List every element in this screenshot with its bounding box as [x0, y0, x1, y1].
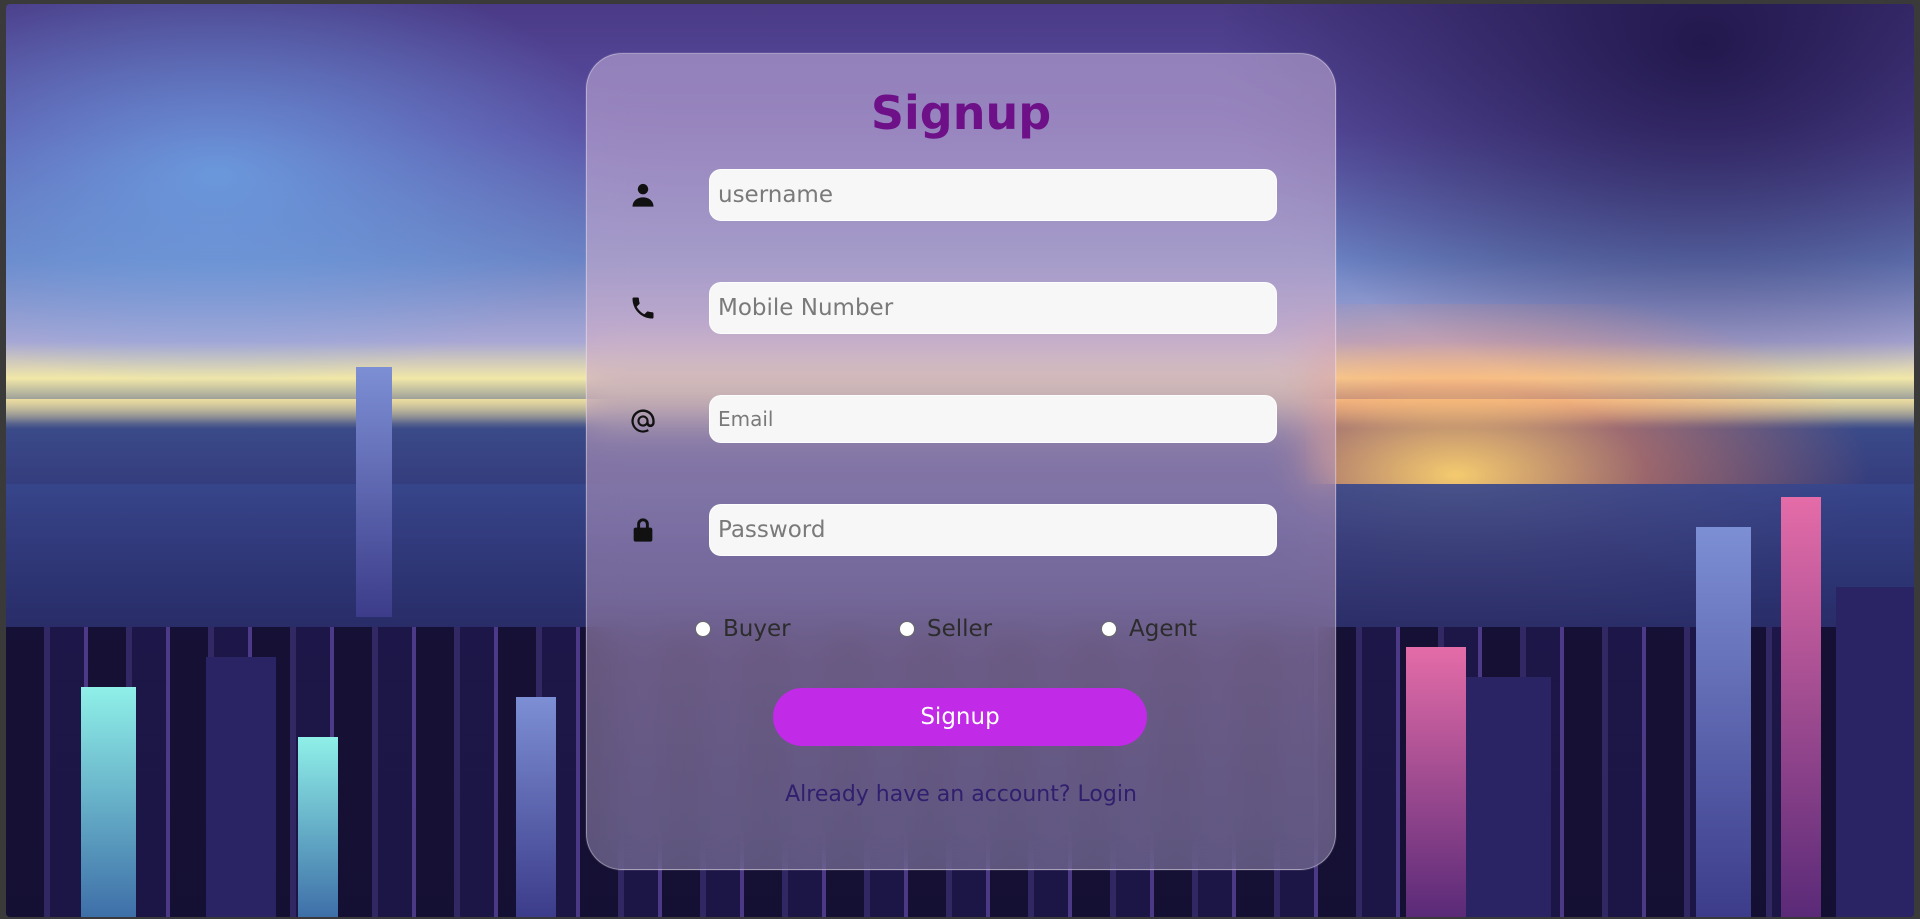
role-radio-group: Buyer Seller Agent [587, 609, 1335, 649]
radio-buyer[interactable]: Buyer [695, 609, 791, 649]
signup-button[interactable]: Signup [773, 688, 1147, 746]
window-frame: Signup username Mobile Number Email Buye… [0, 0, 1920, 919]
login-prompt-text: Already have an account? [785, 782, 1078, 807]
login-link[interactable]: Login [1078, 782, 1137, 807]
phone-icon [627, 292, 659, 324]
username-input[interactable] [709, 169, 1277, 221]
username-row [627, 169, 1277, 221]
at-sign-icon [627, 405, 659, 437]
user-icon [627, 179, 659, 211]
mobile-row [627, 282, 1277, 334]
mobile-number-input[interactable] [709, 282, 1277, 334]
radio-agent-label: Agent [1129, 616, 1198, 642]
lock-icon [627, 514, 659, 546]
radio-buyer-circle[interactable] [695, 621, 711, 637]
radio-seller-label: Seller [927, 616, 993, 642]
radio-buyer-label: Buyer [723, 616, 791, 642]
login-prompt-line: Already have an account? Login [587, 782, 1335, 807]
password-input[interactable] [709, 504, 1277, 556]
email-input[interactable] [709, 395, 1277, 443]
radio-seller-circle[interactable] [899, 621, 915, 637]
email-row [627, 395, 1277, 447]
password-row [627, 504, 1277, 556]
radio-agent[interactable]: Agent [1101, 609, 1197, 649]
radio-agent-circle[interactable] [1101, 621, 1117, 637]
page-title: Signup [870, 86, 1052, 140]
signup-card: Signup username Mobile Number Email Buye… [586, 53, 1336, 870]
radio-seller[interactable]: Seller [899, 609, 992, 649]
